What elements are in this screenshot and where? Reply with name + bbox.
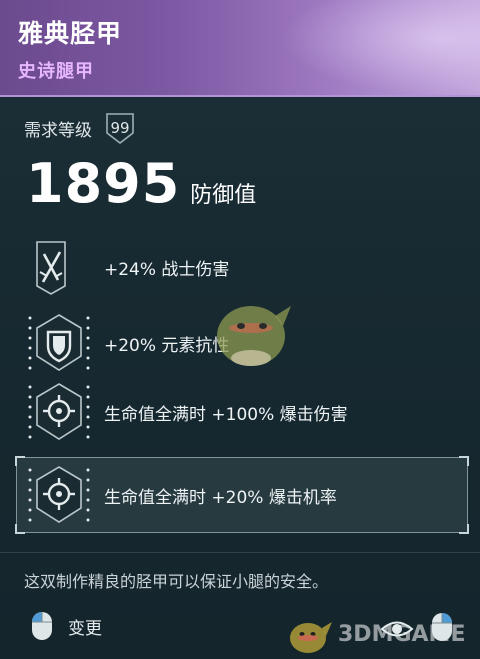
required-level-row: 需求等级 99 bbox=[24, 111, 136, 145]
perk-text: +24% 战士伤害 bbox=[104, 259, 230, 280]
flavor-text: 这双制作精良的胫甲可以保证小腿的安全。 bbox=[24, 572, 329, 591]
item-header: 雅典胫甲 史诗腿甲 bbox=[0, 0, 480, 97]
frame-corner bbox=[459, 456, 469, 466]
perk-row-selected[interactable]: 生命值全满时 +20% 爆击机率 bbox=[24, 464, 337, 526]
watermark-mascot-icon bbox=[217, 306, 291, 366]
level-badge: 99 bbox=[104, 111, 136, 145]
mouse-right-click-icon[interactable] bbox=[430, 611, 454, 643]
perk-text: 生命值全满时 +100% 爆击伤害 bbox=[104, 404, 348, 425]
defense-label: 防御值 bbox=[190, 183, 257, 208]
perk-text: 生命值全满时 +20% 爆击机率 bbox=[104, 487, 337, 508]
defense-value: 1895 bbox=[26, 152, 181, 215]
dagger-icon bbox=[24, 236, 94, 298]
perk-row: +20% 元素抗性 bbox=[24, 312, 229, 374]
watermark-bird-icon bbox=[290, 622, 332, 653]
perk-row: +24% 战士伤害 bbox=[24, 236, 229, 298]
required-level-value: 99 bbox=[110, 119, 130, 137]
shield-icon bbox=[24, 312, 94, 374]
perk-row: 生命值全满时 +100% 爆击伤害 bbox=[24, 381, 348, 443]
change-label: 变更 bbox=[68, 618, 102, 639]
frame-corner bbox=[459, 524, 469, 534]
defense-stat: 1895 防御值 bbox=[26, 152, 256, 215]
required-level-label: 需求等级 bbox=[24, 120, 92, 141]
change-action[interactable]: 变更 bbox=[30, 610, 102, 642]
crosshair-icon bbox=[24, 381, 94, 443]
divider bbox=[0, 552, 480, 553]
crosshair-icon bbox=[24, 464, 94, 526]
item-name: 雅典胫甲 bbox=[18, 19, 123, 48]
mouse-left-click-icon bbox=[32, 612, 52, 640]
item-rarity: 史诗腿甲 bbox=[18, 61, 94, 82]
item-tooltip-panel: 雅典胫甲 史诗腿甲 需求等级 99 1895 防御值 +24% 战士伤害 +20… bbox=[0, 0, 480, 659]
eye-icon[interactable] bbox=[380, 618, 414, 640]
